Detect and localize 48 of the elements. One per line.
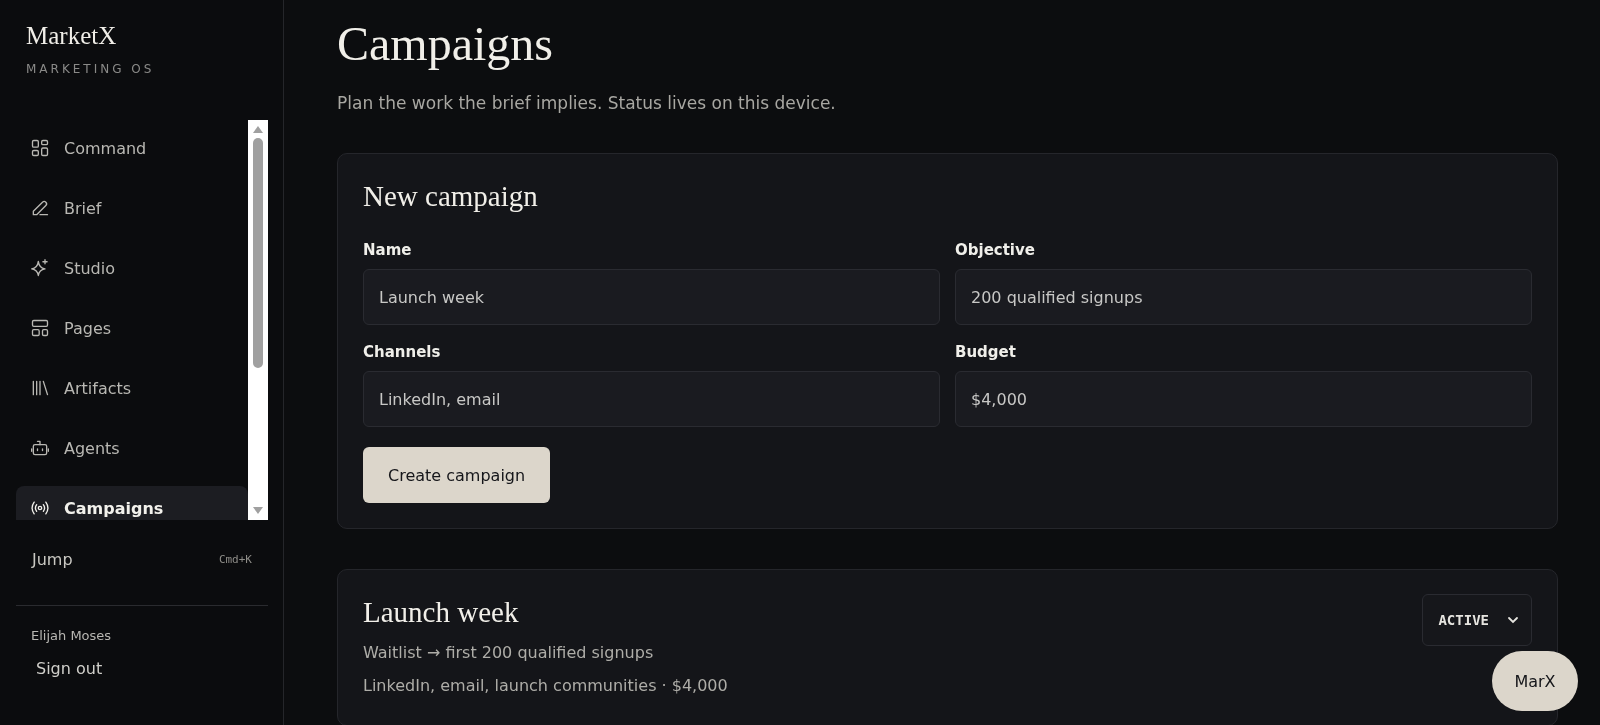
jump-label: Jump [32,550,73,569]
nav-item[interactable]: Artifacts [16,366,248,410]
scroll-up-arrow-icon[interactable] [252,124,264,134]
chevron-down-icon [1507,616,1519,624]
scrollbar[interactable] [248,120,268,520]
status-dropdown[interactable]: ACTIVE [1422,594,1532,646]
brand-logo: MarketX [26,22,117,50]
scroll-down-arrow-icon[interactable] [252,506,264,516]
nav-label: Pages [64,318,112,338]
layout-icon [30,318,50,338]
pencil-icon [30,198,50,218]
nav-label: Brief [64,198,102,218]
sparkle-icon [30,258,50,278]
field-label: Objective [955,241,1035,259]
page-title: Campaigns [337,16,554,71]
create-campaign-button[interactable]: Create campaign [363,447,551,503]
field-label: Budget [955,343,1016,361]
nav-label: Studio [64,258,115,278]
input-field[interactable]: 200 qualified signups [955,269,1532,325]
nav-item[interactable]: Pages [16,306,248,350]
nav-item[interactable]: Brief [16,186,248,230]
shortcut-hint: Cmd+K [218,553,252,566]
campaign-objective: Waitlist → first 200 qualified signups [363,643,654,662]
campaign-name: Launch week [363,596,519,629]
campaign-details: LinkedIn, email, launch communities · $4,000 [363,676,728,695]
input-field[interactable]: Launch week [363,269,940,325]
user-name: Elijah Moses [31,628,112,643]
brand-tagline: MARKETING OS [26,62,155,76]
robot-icon [30,438,50,458]
input-field[interactable]: $4,000 [955,371,1532,427]
jump-button[interactable]: Jump Cmd+K [16,550,268,569]
nav-item[interactable]: Agents [16,426,248,470]
nav-label: Agents [64,438,120,458]
nav-label: Campaigns [64,498,164,518]
nav-item[interactable]: Command [16,126,248,170]
nav-label: Command [64,138,147,158]
grid-icon [30,138,50,158]
input-field[interactable]: LinkedIn, email [363,371,940,427]
page-subtitle: Plan the work the brief implies. Status lives on this device. [337,93,837,113]
sign-out-button[interactable]: Sign out [36,655,103,682]
field-label: Channels [363,343,441,361]
books-icon [30,378,50,398]
card-title: New campaign [363,180,539,213]
nav-item[interactable]: Studio [16,246,248,290]
field-label: Name [363,241,412,259]
assistant-button[interactable]: MarX [1492,651,1578,711]
nav-item[interactable]: Campaigns [16,486,248,520]
nav-label: Artifacts [64,378,132,398]
